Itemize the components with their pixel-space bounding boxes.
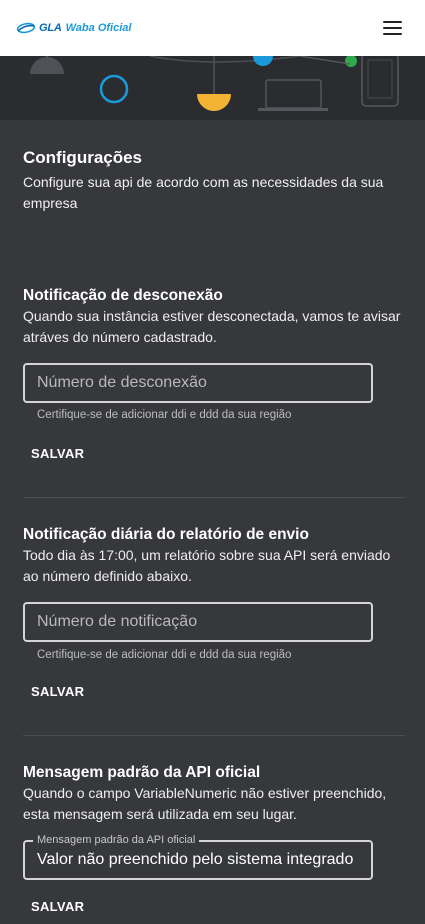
section-title-daily-report: Notificação diária do relatório de envio [23, 526, 309, 543]
section-divider [23, 735, 405, 736]
page-subtitle: Configure sua api de acordo com as neces… [23, 174, 384, 211]
save-disconnect-button[interactable]: SALVAR [23, 439, 93, 467]
disconnect-helper-text: Certifique-se de adicionar ddi e ddd da … [37, 409, 292, 421]
section-title-disconnect: Notificação de desconexão [23, 287, 223, 304]
logo[interactable]: GLA Waba Oficial [16, 20, 131, 36]
section-divider [23, 497, 405, 498]
hamburger-menu-icon[interactable] [381, 19, 405, 39]
default-message-field[interactable]: Mensagem padrão da API oficial [23, 834, 373, 880]
default-message-input[interactable] [25, 842, 371, 878]
page-title: Configurações [23, 148, 143, 167]
banner-illustration [30, 56, 399, 111]
section-title-default-message: Mensagem padrão da API oficial [23, 764, 261, 781]
default-message-label: Mensagem padrão da API oficial [33, 834, 200, 846]
disconnect-number-field[interactable] [23, 363, 373, 403]
section-description-default-message: Quando o campo VariableNumeric não estiv… [23, 785, 387, 822]
section-description-disconnect: Quando sua instância estiver desconectad… [23, 308, 401, 345]
save-default-message-button[interactable]: SALVAR [23, 892, 93, 920]
notification-number-field[interactable] [23, 602, 373, 642]
logo-mark-icon [16, 22, 36, 34]
section-description-daily-report: Todo dia às 17:00, um relatório sobre su… [23, 547, 391, 584]
disconnect-number-input[interactable] [25, 365, 371, 401]
decorative-banner [0, 56, 425, 120]
app-header: GLA Waba Oficial [0, 0, 425, 56]
notification-number-input[interactable] [25, 604, 371, 640]
save-notification-button[interactable]: SALVAR [23, 677, 93, 705]
notification-helper-text: Certifique-se de adicionar ddi e ddd da … [37, 649, 292, 661]
logo-subtitle: Waba Oficial [65, 22, 132, 34]
logo-text: GLA [39, 22, 62, 34]
